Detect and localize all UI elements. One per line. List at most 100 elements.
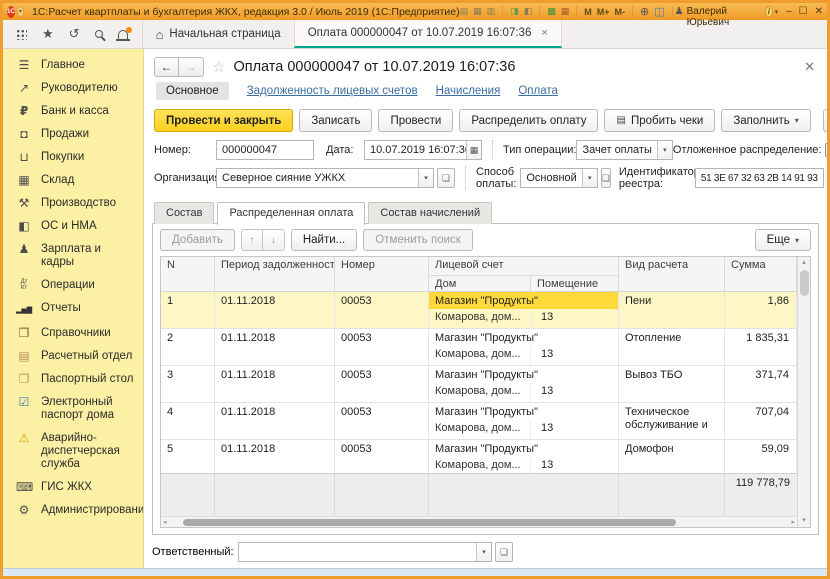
print-checks-button[interactable]: ▤ Пробить чеки <box>604 109 715 132</box>
col-account[interactable]: Лицевой счет <box>429 257 619 275</box>
cell-house[interactable]: Комарова, дом... <box>429 346 531 365</box>
open-pay-method-icon[interactable]: ❏ <box>601 168 611 188</box>
chevron-down-icon[interactable]: ▾ <box>657 141 672 159</box>
nav-link-debt[interactable]: Задолженность лицевых счетов <box>247 85 418 97</box>
tab-payment-document[interactable]: Оплата 000000047 от 10.07.2019 16:07:36 … <box>294 20 562 48</box>
history-icon[interactable]: ↺ <box>69 26 80 42</box>
sidebar-item-chart[interactable]: ▂▅▇Отчеты <box>3 297 143 322</box>
col-calc-type[interactable]: Вид расчета <box>619 257 725 275</box>
tab-distributed-payment[interactable]: Распределенная оплата <box>217 202 365 225</box>
cell-period[interactable]: 01.11.2018 <box>215 292 335 328</box>
hscroll-thumb[interactable] <box>183 519 676 526</box>
post-and-close-button[interactable]: Провести и закрыть <box>154 109 293 132</box>
number-field[interactable]: 000000047 <box>216 140 314 160</box>
save-icon[interactable]: ▤ <box>460 6 469 17</box>
sidebar-item-truck[interactable]: ◧ОС и НМА <box>3 215 143 238</box>
calendar-icon[interactable]: ▦ <box>561 6 570 17</box>
cell-house[interactable]: Комарова, дом... <box>429 309 531 328</box>
favorites-icon[interactable]: ★ <box>42 26 54 42</box>
zoom-icon[interactable]: ⊕ <box>640 5 649 18</box>
sidebar-item-gis[interactable]: ⌨ГИС ЖКХ <box>3 476 143 499</box>
favorite-star-icon[interactable]: ☆ <box>212 58 225 76</box>
find-button[interactable]: Найти... <box>291 229 357 251</box>
cell-room[interactable]: 13 <box>531 383 618 402</box>
vscroll-thumb[interactable] <box>800 270 809 296</box>
cell-n[interactable]: 5 <box>161 440 215 473</box>
memory-m-plus-button[interactable]: M+ <box>597 7 610 17</box>
sidebar-item-factory[interactable]: ⚒Производство <box>3 192 143 215</box>
move-up-icon[interactable]: ↑ <box>241 229 263 251</box>
cell-sum[interactable]: 707,04 <box>725 403 797 439</box>
cell-n[interactable]: 4 <box>161 403 215 439</box>
col-house[interactable]: Дом <box>429 275 531 291</box>
chevron-down-icon[interactable]: ▾ <box>775 8 779 16</box>
print-icon[interactable]: ▦ <box>473 6 482 17</box>
user-area[interactable]: ♟ Любимов Валерий Юрьевич <box>675 0 760 28</box>
sidebar-item-epassport[interactable]: ☑Электронный паспорт дома <box>3 391 143 427</box>
cell-account-name[interactable]: Магазин "Продукты" <box>429 329 618 346</box>
cell-house[interactable]: Комарова, дом... <box>429 420 531 439</box>
tab-accruals-composition[interactable]: Состав начислений <box>368 202 492 224</box>
cell-calc-type[interactable]: Техническое обслуживание и ... <box>619 403 725 439</box>
open-responsible-icon[interactable]: ❏ <box>495 542 513 562</box>
sidebar-item-trend[interactable]: ↗Руководителю <box>3 77 143 100</box>
chevron-down-icon[interactable]: ▾ <box>582 169 597 187</box>
search-icon[interactable] <box>95 30 103 38</box>
sidebar-item-person[interactable]: ♟Зарплата и кадры <box>3 238 143 274</box>
tab-composition[interactable]: Состав <box>154 202 214 224</box>
post-button[interactable]: Провести <box>378 109 453 132</box>
horizontal-scrollbar[interactable]: ◂ ▸ <box>161 516 797 527</box>
table-row[interactable]: 501.11.201800053Магазин "Продукты"Комаро… <box>161 440 797 473</box>
cell-room[interactable]: 13 <box>531 420 618 439</box>
col-number[interactable]: Номер <box>335 257 429 275</box>
more-button[interactable]: Еще▾ <box>823 109 827 132</box>
close-form-icon[interactable]: ✕ <box>804 59 817 75</box>
cell-number[interactable]: 00053 <box>335 366 429 402</box>
table-row[interactable]: 201.11.201800053Магазин "Продукты"Комаро… <box>161 329 797 366</box>
memory-m-button[interactable]: M <box>584 7 592 17</box>
nav-link-payment[interactable]: Оплата <box>518 85 558 97</box>
scroll-left-icon[interactable]: ◂ <box>163 518 171 526</box>
info-icon[interactable]: i <box>765 6 772 17</box>
chevron-down-icon[interactable]: ▾ <box>476 543 491 561</box>
cell-calc-type[interactable]: Отопление <box>619 329 725 365</box>
cell-number[interactable]: 00053 <box>335 403 429 439</box>
forward-button[interactable]: → <box>179 57 204 77</box>
cell-period[interactable]: 01.11.2018 <box>215 440 335 473</box>
cell-n[interactable]: 2 <box>161 329 215 365</box>
tab-home[interactable]: ⌂ Начальная страница <box>143 20 294 48</box>
sidebar-item-gear[interactable]: ⚙Администрирование <box>3 499 143 522</box>
cell-n[interactable]: 1 <box>161 292 215 328</box>
add-row-button[interactable]: Добавить <box>160 229 235 251</box>
cell-sum[interactable]: 371,74 <box>725 366 797 402</box>
responsible-select[interactable]: ▾ <box>238 542 492 562</box>
vertical-scrollbar[interactable]: ▴ ▾ <box>797 257 810 527</box>
grid-more-button[interactable]: Еще▾ <box>755 229 811 251</box>
registry-id-field[interactable]: 51 3E 67 32 63 2B 14 91 93 <box>695 168 824 188</box>
distribute-payment-button[interactable]: Распределить оплату <box>459 109 598 132</box>
cell-number[interactable]: 00053 <box>335 440 429 473</box>
sidebar-item-ruble[interactable]: ₽Банк и касса <box>3 100 143 123</box>
close-window-button[interactable]: ✕ <box>815 6 823 17</box>
sidebar-item-dtkt[interactable]: ДтКтОперации <box>3 274 143 297</box>
functions-menu-icon[interactable] <box>15 28 27 40</box>
cell-account-name[interactable]: Магазин "Продукты" <box>429 366 618 383</box>
memory-m-minus-button[interactable]: M- <box>615 7 626 17</box>
table-row[interactable]: 101.11.201800053Магазин "Продукты"Комаро… <box>161 292 797 329</box>
sidebar-item-warning[interactable]: ⚠Аварийно-диспетчерская служба <box>3 427 143 476</box>
cell-account-name[interactable]: Магазин "Продукты" <box>429 292 618 309</box>
nav-main-chip[interactable]: Основное <box>156 82 229 100</box>
back-button[interactable]: ← <box>154 57 179 77</box>
print-preview-icon[interactable]: ▥ <box>487 6 496 17</box>
open-organization-icon[interactable]: ❏ <box>437 168 455 188</box>
cell-n[interactable]: 3 <box>161 366 215 402</box>
col-period[interactable]: Период задолженности <box>215 257 335 275</box>
cell-house[interactable]: Комарова, дом... <box>429 457 531 473</box>
cell-calc-type[interactable]: Вывоз ТБО <box>619 366 725 402</box>
sidebar-item-cart[interactable]: ⊔Покупки <box>3 146 143 169</box>
maximize-button[interactable]: ☐ <box>799 6 808 17</box>
scroll-right-icon[interactable]: ▸ <box>787 518 795 526</box>
fill-button[interactable]: Заполнить▾ <box>721 109 810 132</box>
hscroll-track[interactable] <box>171 519 787 526</box>
sidebar-item-briefcase[interactable]: ◘Продажи <box>3 123 143 146</box>
